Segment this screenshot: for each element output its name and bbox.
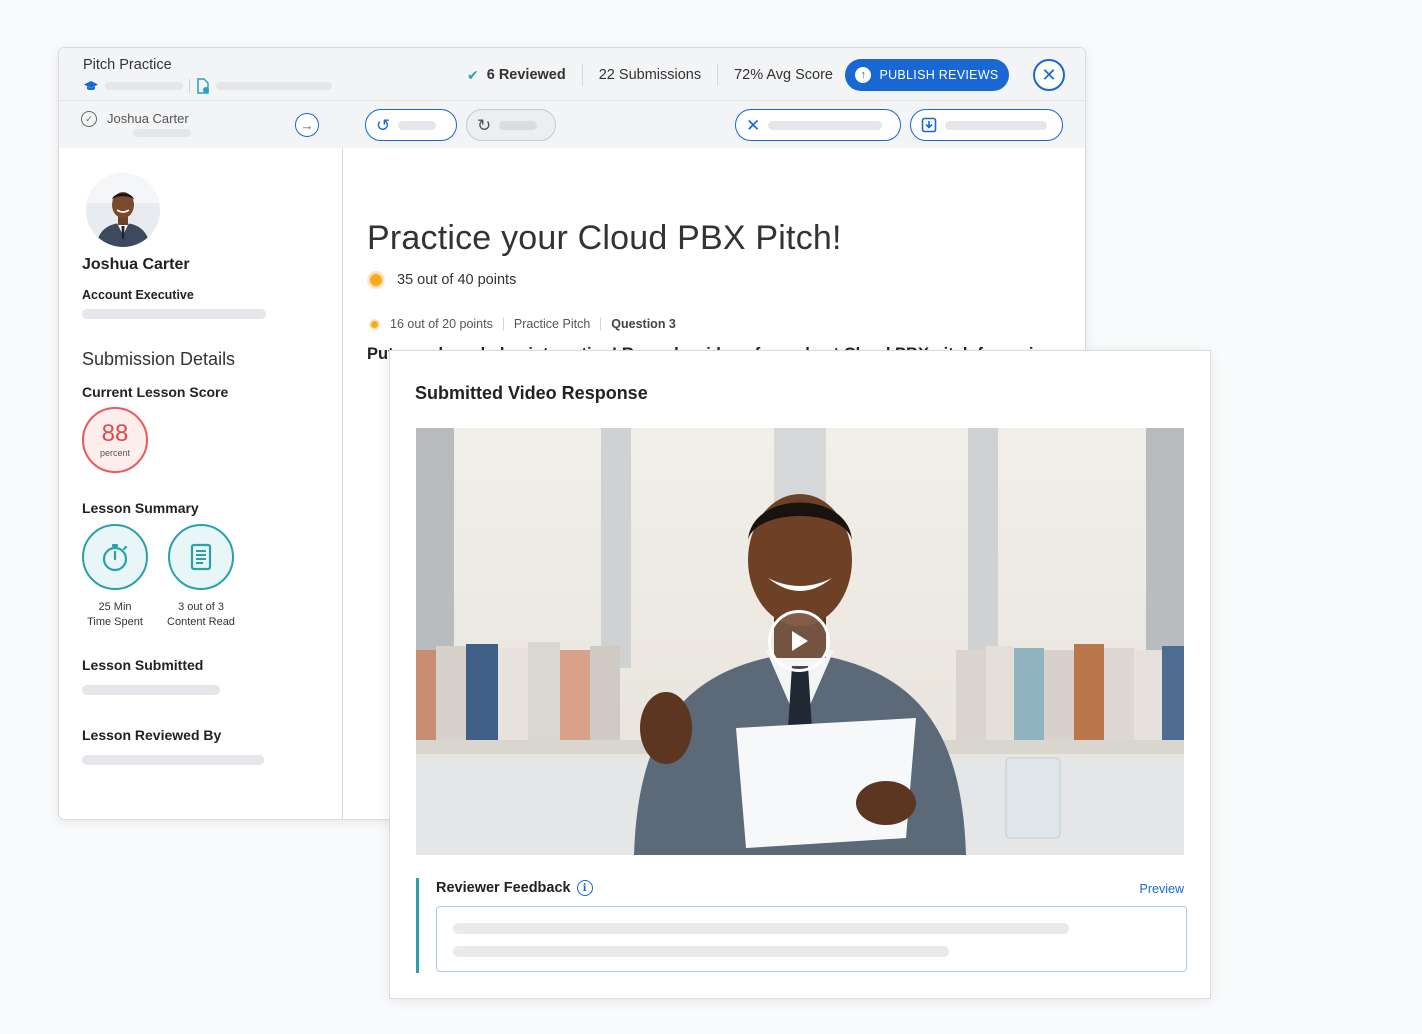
submission-details-title: Submission Details — [82, 349, 236, 369]
question-number: Question 3 — [600, 317, 686, 331]
total-points-text: 35 out of 40 points — [397, 272, 517, 288]
student-selector-name: Joshua Carter — [107, 111, 189, 126]
student-sidebar: ✓ Joshua Carter → Joshua Carter Account … — [59, 101, 343, 819]
stopwatch-icon — [102, 544, 128, 572]
reviewer-feedback-label: Reviewer Feedback — [436, 880, 571, 896]
top-bar: Pitch Practice ✔ 6 Reviewed 22 Submissio… — [59, 48, 1085, 101]
circle-check-icon: ✓ — [81, 111, 97, 127]
upload-icon: ↑ — [855, 67, 872, 83]
time-spent-badge — [82, 524, 148, 590]
student-selector[interactable]: ✓ Joshua Carter → — [59, 101, 343, 148]
publish-reviews-button[interactable]: ↑ PUBLISH REVIEWS — [845, 59, 1009, 91]
close-icon: ✕ — [1041, 65, 1057, 85]
time-spent-summary: 25 Min Time Spent — [65, 524, 165, 631]
x-icon: ✕ — [746, 115, 761, 135]
lesson-submitted-placeholder — [82, 685, 220, 695]
graduation-cap-icon — [84, 81, 98, 91]
redo-button[interactable]: ↻ — [466, 109, 556, 141]
content-read-badge — [168, 524, 234, 590]
undo-button[interactable]: ↺ — [365, 109, 457, 141]
lesson-name-placeholder — [216, 82, 332, 90]
info-icon[interactable]: i — [576, 880, 593, 896]
document-icon — [190, 543, 212, 571]
app-title: Pitch Practice — [83, 57, 172, 73]
divider — [189, 79, 190, 93]
lesson-score-unit: percent — [99, 448, 131, 458]
student-role: Account Executive — [82, 288, 194, 302]
title-subline — [83, 78, 332, 94]
feedback-line-placeholder — [453, 946, 949, 957]
play-button[interactable] — [768, 610, 830, 672]
lesson-score-value: 88 — [101, 420, 129, 447]
points-icon — [367, 271, 385, 289]
reviewer-feedback: Reviewer Feedback i Preview — [416, 878, 1187, 973]
redo-icon: ↻ — [477, 115, 492, 135]
review-toolbar: ↺ ↻ ✕ — [343, 101, 1085, 148]
current-lesson-score-label: Current Lesson Score — [82, 384, 229, 400]
points-small-icon — [369, 318, 380, 330]
review-stats: ✔ 6 Reviewed 22 Submissions 72% Avg Scor… — [451, 62, 849, 88]
lesson-summary-label: Lesson Summary — [82, 500, 199, 516]
lesson-title: Practice your Cloud PBX Pitch! — [367, 219, 842, 257]
arrow-right-icon: → — [300, 117, 314, 133]
preview-link[interactable]: Preview — [1140, 882, 1184, 896]
feedback-textarea[interactable] — [436, 906, 1187, 972]
time-spent-label: Time Spent — [87, 616, 143, 629]
submissions-stat: 22 Submissions — [581, 64, 717, 86]
reviewed-count: 6 Reviewed — [486, 67, 566, 83]
video-response-title: Submitted Video Response — [415, 383, 648, 403]
question-points: 16 out of 20 points — [390, 317, 493, 331]
video-player[interactable] — [416, 428, 1184, 855]
reviewer-feedback-title: Reviewer Feedback i — [436, 880, 593, 896]
lesson-score-badge: 88 percent — [82, 407, 148, 473]
lesson-submitted-label: Lesson Submitted — [82, 657, 204, 673]
reject-label-placeholder — [768, 120, 883, 130]
submissions-count: 22 Submissions — [598, 67, 702, 83]
next-student-button[interactable]: → — [295, 113, 319, 137]
check-icon: ✔ — [467, 66, 479, 83]
course-name-placeholder — [105, 82, 183, 90]
lesson-reviewed-by-label: Lesson Reviewed By — [82, 727, 222, 743]
publish-reviews-label: PUBLISH REVIEWS — [879, 68, 999, 82]
avg-score-value: 72% Avg Score — [734, 67, 833, 83]
question-meta: 16 out of 20 points Practice Pitch Quest… — [369, 317, 686, 331]
avatar — [86, 173, 160, 247]
reject-button[interactable]: ✕ — [735, 109, 901, 141]
lesson-reviewed-by-placeholder — [82, 755, 264, 765]
download-icon — [921, 117, 937, 133]
reviewed-stat: ✔ 6 Reviewed — [451, 64, 582, 86]
question-category: Practice Pitch — [502, 317, 600, 331]
undo-label-placeholder — [398, 120, 437, 130]
content-read-summary: 3 out of 3 Content Read — [151, 524, 251, 631]
file-icon — [197, 78, 209, 94]
total-points: 35 out of 40 points — [367, 271, 516, 289]
profile-detail-placeholder — [82, 309, 266, 319]
feedback-line-placeholder — [453, 923, 1069, 934]
download-label-placeholder — [945, 120, 1047, 130]
avatar-portrait-icon — [86, 173, 160, 247]
student-meta-placeholder — [133, 129, 191, 137]
time-spent-value: 25 Min — [98, 601, 132, 613]
redo-label-placeholder — [499, 120, 538, 130]
play-icon — [792, 631, 808, 651]
video-response-card: Submitted Video Response Reviewer Feedba… — [389, 350, 1211, 999]
undo-icon: ↺ — [376, 115, 391, 135]
content-read-value: 3 out of 3 — [178, 601, 224, 613]
download-button[interactable] — [910, 109, 1063, 141]
avg-score-stat: 72% Avg Score — [717, 64, 849, 86]
close-button[interactable]: ✕ — [1033, 59, 1065, 91]
content-read-label: Content Read — [167, 616, 235, 629]
student-name: Joshua Carter — [82, 256, 190, 273]
